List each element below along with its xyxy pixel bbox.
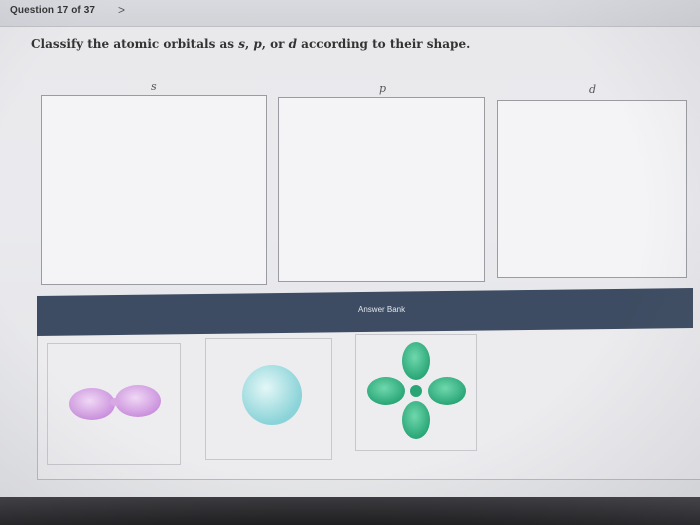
answer-card-d-orbital[interactable] — [355, 334, 477, 451]
screen-bezel-bottom — [0, 497, 700, 525]
next-question-button[interactable]: > — [118, 3, 125, 17]
p-orbital-icon — [69, 385, 161, 420]
question-counter: Question 17 of 37 — [10, 5, 96, 16]
d-orbital-icon — [367, 342, 466, 439]
answer-card-p-orbital[interactable] — [47, 343, 181, 465]
s-orbital-icon — [242, 365, 302, 425]
answer-card-s-orbital[interactable] — [205, 338, 332, 460]
category-label-p: p — [379, 82, 387, 95]
dropzone-d[interactable] — [497, 100, 687, 278]
dropzone-p[interactable] — [278, 97, 485, 282]
question-prompt: Classify the atomic orbitals as s, p, or… — [31, 37, 471, 51]
question-nav-bar: Question 17 of 37 > — [0, 0, 700, 27]
category-label-d: d — [589, 83, 597, 96]
category-label-s: s — [151, 80, 157, 93]
answer-bank-title: Answer Bank — [358, 305, 406, 314]
dropzone-s[interactable] — [41, 95, 267, 285]
